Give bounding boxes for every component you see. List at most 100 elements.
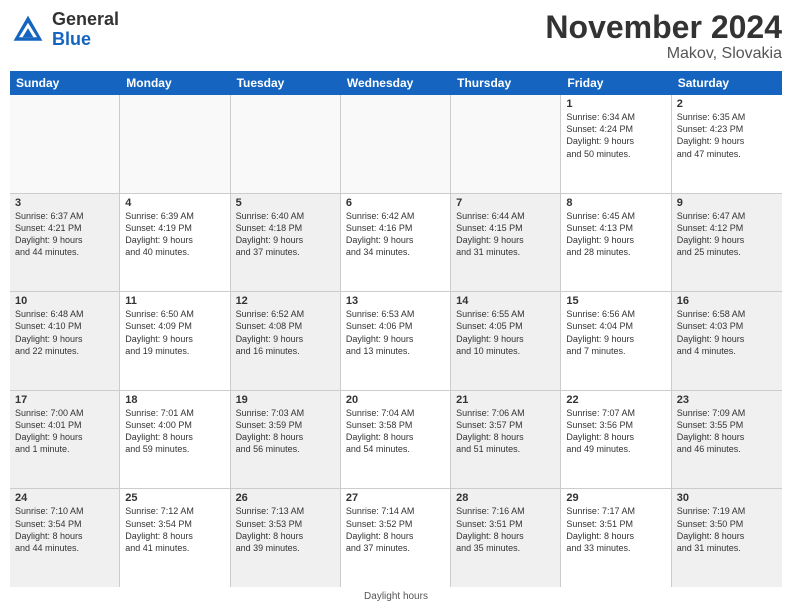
header-sunday: Sunday [10, 71, 120, 95]
table-row: 22Sunrise: 7:07 AM Sunset: 3:56 PM Dayli… [561, 391, 671, 489]
day-info: Sunrise: 6:48 AM Sunset: 4:10 PM Dayligh… [15, 308, 114, 357]
table-row: 21Sunrise: 7:06 AM Sunset: 3:57 PM Dayli… [451, 391, 561, 489]
header-monday: Monday [120, 71, 230, 95]
week-row-3: 10Sunrise: 6:48 AM Sunset: 4:10 PM Dayli… [10, 292, 782, 391]
table-row: 10Sunrise: 6:48 AM Sunset: 4:10 PM Dayli… [10, 292, 120, 390]
header-thursday: Thursday [451, 71, 561, 95]
table-row: 17Sunrise: 7:00 AM Sunset: 4:01 PM Dayli… [10, 391, 120, 489]
day-number: 22 [566, 394, 665, 406]
logo-blue-text: Blue [52, 29, 91, 49]
table-row: 3Sunrise: 6:37 AM Sunset: 4:21 PM Daylig… [10, 194, 120, 292]
day-info: Sunrise: 6:45 AM Sunset: 4:13 PM Dayligh… [566, 210, 665, 259]
day-number: 9 [677, 197, 777, 209]
table-row: 6Sunrise: 6:42 AM Sunset: 4:16 PM Daylig… [341, 194, 451, 292]
day-number: 20 [346, 394, 445, 406]
header-friday: Friday [561, 71, 671, 95]
calendar-header: Sunday Monday Tuesday Wednesday Thursday… [10, 71, 782, 95]
header-tuesday: Tuesday [231, 71, 341, 95]
day-number: 6 [346, 197, 445, 209]
table-row: 13Sunrise: 6:53 AM Sunset: 4:06 PM Dayli… [341, 292, 451, 390]
day-info: Sunrise: 6:52 AM Sunset: 4:08 PM Dayligh… [236, 308, 335, 357]
day-info: Sunrise: 6:44 AM Sunset: 4:15 PM Dayligh… [456, 210, 555, 259]
day-number: 3 [15, 197, 114, 209]
day-info: Sunrise: 7:01 AM Sunset: 4:00 PM Dayligh… [125, 407, 224, 456]
day-number: 7 [456, 197, 555, 209]
day-number: 18 [125, 394, 224, 406]
day-info: Sunrise: 7:16 AM Sunset: 3:51 PM Dayligh… [456, 505, 555, 554]
logo: General Blue [10, 10, 119, 50]
title-section: November 2024 Makov, Slovakia [545, 10, 782, 63]
table-row: 2Sunrise: 6:35 AM Sunset: 4:23 PM Daylig… [672, 95, 782, 193]
page: General Blue November 2024 Makov, Slovak… [0, 0, 792, 612]
day-info: Sunrise: 7:12 AM Sunset: 3:54 PM Dayligh… [125, 505, 224, 554]
day-number: 29 [566, 492, 665, 504]
day-info: Sunrise: 7:14 AM Sunset: 3:52 PM Dayligh… [346, 505, 445, 554]
logo-icon [10, 12, 46, 48]
footer-note: Daylight hours [10, 591, 782, 602]
table-row: 23Sunrise: 7:09 AM Sunset: 3:55 PM Dayli… [672, 391, 782, 489]
day-info: Sunrise: 6:50 AM Sunset: 4:09 PM Dayligh… [125, 308, 224, 357]
table-row: 4Sunrise: 6:39 AM Sunset: 4:19 PM Daylig… [120, 194, 230, 292]
table-row: 7Sunrise: 6:44 AM Sunset: 4:15 PM Daylig… [451, 194, 561, 292]
calendar: Sunday Monday Tuesday Wednesday Thursday… [10, 71, 782, 587]
day-info: Sunrise: 6:42 AM Sunset: 4:16 PM Dayligh… [346, 210, 445, 259]
location: Makov, Slovakia [545, 45, 782, 63]
logo-text: General Blue [52, 10, 119, 50]
table-row [10, 95, 120, 193]
table-row [120, 95, 230, 193]
day-info: Sunrise: 6:34 AM Sunset: 4:24 PM Dayligh… [566, 111, 665, 160]
table-row: 27Sunrise: 7:14 AM Sunset: 3:52 PM Dayli… [341, 489, 451, 587]
table-row: 24Sunrise: 7:10 AM Sunset: 3:54 PM Dayli… [10, 489, 120, 587]
table-row: 1Sunrise: 6:34 AM Sunset: 4:24 PM Daylig… [561, 95, 671, 193]
logo-general-text: General [52, 9, 119, 29]
day-info: Sunrise: 6:58 AM Sunset: 4:03 PM Dayligh… [677, 308, 777, 357]
day-info: Sunrise: 6:53 AM Sunset: 4:06 PM Dayligh… [346, 308, 445, 357]
day-number: 26 [236, 492, 335, 504]
day-info: Sunrise: 7:09 AM Sunset: 3:55 PM Dayligh… [677, 407, 777, 456]
week-row-1: 1Sunrise: 6:34 AM Sunset: 4:24 PM Daylig… [10, 95, 782, 194]
day-number: 4 [125, 197, 224, 209]
day-number: 25 [125, 492, 224, 504]
table-row: 29Sunrise: 7:17 AM Sunset: 3:51 PM Dayli… [561, 489, 671, 587]
day-number: 17 [15, 394, 114, 406]
day-number: 8 [566, 197, 665, 209]
day-number: 5 [236, 197, 335, 209]
day-info: Sunrise: 6:40 AM Sunset: 4:18 PM Dayligh… [236, 210, 335, 259]
day-info: Sunrise: 7:13 AM Sunset: 3:53 PM Dayligh… [236, 505, 335, 554]
table-row [341, 95, 451, 193]
day-number: 11 [125, 295, 224, 307]
day-number: 30 [677, 492, 777, 504]
header-wednesday: Wednesday [341, 71, 451, 95]
day-info: Sunrise: 6:35 AM Sunset: 4:23 PM Dayligh… [677, 111, 777, 160]
day-number: 21 [456, 394, 555, 406]
table-row: 30Sunrise: 7:19 AM Sunset: 3:50 PM Dayli… [672, 489, 782, 587]
day-info: Sunrise: 7:17 AM Sunset: 3:51 PM Dayligh… [566, 505, 665, 554]
table-row: 5Sunrise: 6:40 AM Sunset: 4:18 PM Daylig… [231, 194, 341, 292]
day-info: Sunrise: 6:37 AM Sunset: 4:21 PM Dayligh… [15, 210, 114, 259]
table-row: 26Sunrise: 7:13 AM Sunset: 3:53 PM Dayli… [231, 489, 341, 587]
day-number: 27 [346, 492, 445, 504]
header-saturday: Saturday [672, 71, 782, 95]
day-number: 19 [236, 394, 335, 406]
table-row: 18Sunrise: 7:01 AM Sunset: 4:00 PM Dayli… [120, 391, 230, 489]
month-title: November 2024 [545, 10, 782, 45]
week-row-5: 24Sunrise: 7:10 AM Sunset: 3:54 PM Dayli… [10, 489, 782, 587]
day-info: Sunrise: 7:00 AM Sunset: 4:01 PM Dayligh… [15, 407, 114, 456]
day-number: 12 [236, 295, 335, 307]
day-info: Sunrise: 6:55 AM Sunset: 4:05 PM Dayligh… [456, 308, 555, 357]
table-row: 20Sunrise: 7:04 AM Sunset: 3:58 PM Dayli… [341, 391, 451, 489]
table-row: 28Sunrise: 7:16 AM Sunset: 3:51 PM Dayli… [451, 489, 561, 587]
table-row: 8Sunrise: 6:45 AM Sunset: 4:13 PM Daylig… [561, 194, 671, 292]
day-info: Sunrise: 7:19 AM Sunset: 3:50 PM Dayligh… [677, 505, 777, 554]
header: General Blue November 2024 Makov, Slovak… [10, 10, 782, 63]
day-info: Sunrise: 6:56 AM Sunset: 4:04 PM Dayligh… [566, 308, 665, 357]
week-row-4: 17Sunrise: 7:00 AM Sunset: 4:01 PM Dayli… [10, 391, 782, 490]
table-row: 9Sunrise: 6:47 AM Sunset: 4:12 PM Daylig… [672, 194, 782, 292]
day-info: Sunrise: 7:07 AM Sunset: 3:56 PM Dayligh… [566, 407, 665, 456]
table-row: 11Sunrise: 6:50 AM Sunset: 4:09 PM Dayli… [120, 292, 230, 390]
table-row: 14Sunrise: 6:55 AM Sunset: 4:05 PM Dayli… [451, 292, 561, 390]
day-number: 16 [677, 295, 777, 307]
day-number: 23 [677, 394, 777, 406]
day-info: Sunrise: 7:03 AM Sunset: 3:59 PM Dayligh… [236, 407, 335, 456]
table-row [231, 95, 341, 193]
